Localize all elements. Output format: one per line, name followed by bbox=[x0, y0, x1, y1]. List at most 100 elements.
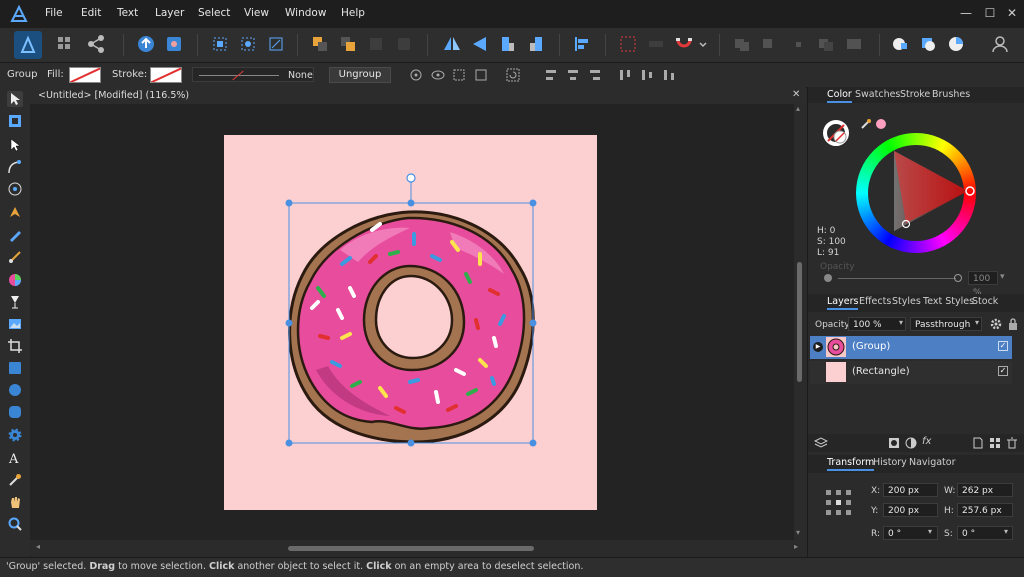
fill-tool[interactable] bbox=[7, 272, 23, 288]
tab-history[interactable]: History bbox=[873, 457, 907, 468]
color-triangle[interactable] bbox=[856, 133, 976, 253]
chevron-down-icon[interactable]: ▾ bbox=[975, 318, 979, 327]
move-back-button[interactable] bbox=[309, 33, 331, 55]
vertical-scrollbar[interactable]: ▴ ▾ bbox=[794, 104, 806, 540]
vector-brush-tool[interactable] bbox=[7, 249, 23, 265]
point-transform-tool[interactable] bbox=[7, 181, 23, 197]
layer-opacity-field[interactable]: 100 % bbox=[848, 317, 906, 331]
tab-stock[interactable]: Stock bbox=[972, 296, 998, 307]
vertical-scroll-thumb[interactable] bbox=[797, 262, 802, 382]
horizontal-scrollbar[interactable]: ◂ ▸ bbox=[30, 540, 806, 556]
menu-window[interactable]: Window bbox=[285, 7, 326, 19]
designer-persona-button[interactable] bbox=[14, 31, 42, 59]
chevron-down-icon[interactable]: ▾ bbox=[1000, 272, 1005, 282]
snapping-dropdown-button[interactable] bbox=[697, 33, 709, 55]
opacity-slider-track[interactable] bbox=[838, 278, 956, 279]
align-button[interactable] bbox=[571, 33, 593, 55]
corner-tool[interactable] bbox=[7, 159, 23, 175]
lock-icon[interactable] bbox=[1007, 317, 1019, 331]
ellipse-tool[interactable] bbox=[7, 382, 23, 398]
resize-handle[interactable] bbox=[529, 319, 537, 327]
flip-horizontal-button[interactable] bbox=[441, 33, 463, 55]
snapping-grid-button[interactable] bbox=[617, 33, 639, 55]
export-persona-button[interactable] bbox=[85, 33, 107, 55]
menu-edit[interactable]: Edit bbox=[81, 7, 101, 19]
snapping-toggle-button[interactable] bbox=[673, 33, 695, 55]
cog-shape-tool[interactable] bbox=[7, 427, 23, 443]
origin-button[interactable] bbox=[408, 67, 424, 83]
boolean-xor-button[interactable] bbox=[815, 33, 837, 55]
preferences-button[interactable] bbox=[163, 33, 185, 55]
menu-select[interactable]: Select bbox=[198, 7, 230, 19]
transparency-tool[interactable] bbox=[7, 294, 23, 310]
fill-swatch[interactable] bbox=[69, 67, 101, 83]
boolean-add-button[interactable] bbox=[731, 33, 753, 55]
place-image-tool[interactable] bbox=[7, 316, 23, 332]
w-field[interactable]: 262 px bbox=[957, 483, 1013, 497]
blend-mode-select[interactable]: Passthrough bbox=[910, 317, 982, 331]
transform-button[interactable] bbox=[451, 67, 467, 83]
h-field[interactable]: 257.6 px bbox=[957, 503, 1013, 517]
zoom-tool[interactable] bbox=[7, 516, 23, 532]
menu-help[interactable]: Help bbox=[341, 7, 365, 19]
close-button[interactable]: ✕ bbox=[1002, 4, 1022, 22]
gear-icon[interactable] bbox=[989, 317, 1003, 331]
resize-handle[interactable] bbox=[529, 439, 537, 447]
adjustment-icon[interactable] bbox=[905, 437, 917, 449]
rounded-rectangle-tool[interactable] bbox=[7, 404, 23, 420]
resize-handle[interactable] bbox=[529, 199, 537, 207]
chevron-down-icon[interactable]: ▾ bbox=[928, 527, 932, 536]
selection-box[interactable] bbox=[280, 170, 542, 452]
align-left-button[interactable] bbox=[543, 67, 559, 83]
boolean-intersect-button[interactable] bbox=[787, 33, 809, 55]
menu-text[interactable]: Text bbox=[117, 7, 138, 19]
chevron-down-icon[interactable]: ▾ bbox=[899, 318, 903, 327]
resize-handle[interactable] bbox=[407, 439, 415, 447]
tab-swatches[interactable]: Swatches bbox=[855, 89, 900, 100]
tab-color[interactable]: Color bbox=[827, 89, 852, 103]
x-field[interactable]: 200 px bbox=[883, 483, 938, 497]
scroll-left-icon[interactable]: ◂ bbox=[36, 542, 40, 551]
menu-layer[interactable]: Layer bbox=[155, 7, 184, 19]
layer-visibility-checkbox[interactable]: ✓ bbox=[998, 366, 1008, 376]
artboard-tool[interactable] bbox=[7, 113, 23, 129]
color-picker-tool[interactable] bbox=[7, 472, 23, 488]
tab-transform[interactable]: Transform bbox=[827, 457, 875, 471]
move-to-front-button[interactable] bbox=[393, 33, 415, 55]
document-tab-title[interactable]: <Untitled> [Modified] (116.5%) bbox=[38, 90, 189, 101]
rotate-right-button[interactable] bbox=[525, 33, 547, 55]
resize-handle[interactable] bbox=[285, 439, 293, 447]
layer-visibility-checkbox[interactable]: ✓ bbox=[998, 341, 1008, 351]
align-center-button[interactable] bbox=[565, 67, 581, 83]
layer-name[interactable]: (Rectangle) bbox=[852, 366, 910, 377]
maximize-button[interactable]: ☐ bbox=[980, 4, 1000, 22]
pen-tool[interactable] bbox=[7, 204, 23, 220]
flip-vertical-button[interactable] bbox=[469, 33, 491, 55]
minimize-button[interactable]: — bbox=[956, 4, 976, 22]
menu-file[interactable]: File bbox=[45, 7, 63, 19]
close-document-icon[interactable]: ✕ bbox=[792, 89, 800, 100]
resize-handle[interactable] bbox=[285, 199, 293, 207]
snap-to-nodes-button[interactable] bbox=[237, 33, 259, 55]
group-layers-icon[interactable] bbox=[989, 437, 1001, 449]
insert-top-button[interactable] bbox=[945, 33, 967, 55]
stroke-swatch[interactable] bbox=[150, 67, 182, 83]
fill-stroke-selector[interactable] bbox=[820, 117, 852, 149]
document-setup-button[interactable] bbox=[135, 33, 157, 55]
snap-to-bounds-button[interactable] bbox=[209, 33, 231, 55]
insert-inside-button[interactable] bbox=[889, 33, 911, 55]
chevron-down-icon[interactable]: ▾ bbox=[1004, 527, 1008, 536]
snapping-options-button[interactable] bbox=[645, 33, 667, 55]
eyedropper-icon[interactable] bbox=[860, 118, 872, 130]
account-button[interactable] bbox=[989, 33, 1011, 55]
bounding-box-button[interactable] bbox=[473, 67, 489, 83]
tab-styles[interactable]: Styles bbox=[892, 296, 921, 307]
tab-navigator[interactable]: Navigator bbox=[909, 457, 955, 468]
move-forward-button[interactable] bbox=[337, 33, 359, 55]
mask-icon[interactable] bbox=[888, 437, 900, 449]
layer-name[interactable]: (Group) bbox=[852, 341, 890, 352]
menu-view[interactable]: View bbox=[244, 7, 269, 19]
stroke-width-field[interactable]: None bbox=[192, 67, 314, 82]
align-top-button[interactable] bbox=[617, 67, 633, 83]
current-color-swatch[interactable] bbox=[876, 119, 886, 129]
